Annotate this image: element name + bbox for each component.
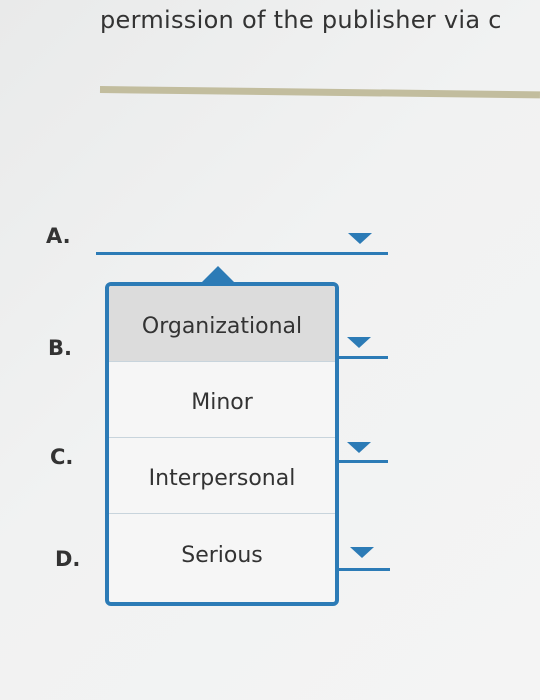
dropdown-c[interactable] [336,460,388,463]
dropdown-options-popup: Organizational Minor Interpersonal Serio… [105,282,339,606]
dropdown-d-caret-icon[interactable] [350,547,374,558]
dropdown-c-caret-icon[interactable] [347,442,371,453]
popup-pointer-icon [201,266,235,283]
option-organizational[interactable]: Organizational [109,286,335,362]
dropdown-d[interactable] [336,568,390,571]
option-minor[interactable]: Minor [109,362,335,438]
question-label-c: C. [50,445,74,469]
option-interpersonal[interactable]: Interpersonal [109,438,335,514]
dropdown-b[interactable] [336,356,388,359]
dropdown-b-caret-icon[interactable] [347,337,371,348]
question-label-b: B. [48,336,72,360]
dropdown-a[interactable] [96,252,388,255]
divider [99,86,540,99]
option-serious[interactable]: Serious [109,514,335,590]
question-label-d: D. [55,547,81,571]
dropdown-a-caret-icon[interactable] [348,233,372,244]
question-label-a: A. [46,224,71,248]
header-text: permission of the publisher via c [100,6,502,34]
